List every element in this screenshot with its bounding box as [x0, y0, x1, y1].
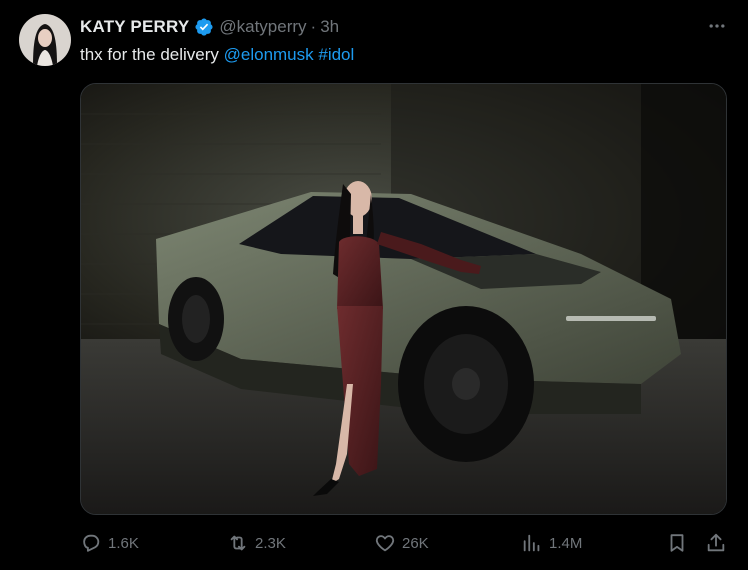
share-icon: [707, 533, 725, 552]
like-button[interactable]: 26K: [374, 528, 429, 558]
display-name[interactable]: KATY PERRY: [80, 17, 189, 37]
hashtag-link[interactable]: #idol: [318, 45, 354, 64]
photo-image: [81, 84, 726, 514]
views-count: 1.4M: [549, 534, 583, 552]
repost-icon: [230, 535, 246, 551]
tweet-header: KATY PERRY @katyperry · 3h: [80, 16, 339, 38]
reply-count: 1.6K: [108, 534, 139, 552]
bookmark-button[interactable]: [666, 528, 688, 558]
tweet-photo[interactable]: [80, 83, 727, 515]
tweet-text: thx for the delivery @elonmusk #idol: [80, 44, 354, 66]
bar-chart-icon: [523, 534, 540, 552]
avatar[interactable]: [19, 14, 71, 66]
avatar-image: [19, 14, 71, 66]
separator-dot: ·: [310, 17, 317, 36]
repost-button[interactable]: 2.3K: [227, 528, 286, 558]
mention-link[interactable]: @elonmusk: [224, 45, 314, 64]
verified-badge-icon: [194, 17, 214, 37]
tweet-actions: 1.6K 2.3K 26K 1.4M: [80, 528, 730, 558]
reply-button[interactable]: 1.6K: [80, 528, 139, 558]
views-button[interactable]: 1.4M: [521, 528, 582, 558]
bookmark-icon: [670, 534, 684, 552]
user-handle[interactable]: @katyperry: [219, 17, 306, 37]
reply-icon: [83, 534, 100, 552]
like-count: 26K: [402, 534, 429, 552]
more-options-button[interactable]: [704, 16, 730, 36]
more-horizontal-icon: [709, 24, 725, 28]
repost-count: 2.3K: [255, 534, 286, 552]
tweet-text-plain: thx for the delivery: [80, 45, 224, 64]
heart-icon: [375, 535, 395, 552]
timestamp[interactable]: 3h: [320, 17, 339, 37]
share-button[interactable]: [705, 528, 727, 558]
